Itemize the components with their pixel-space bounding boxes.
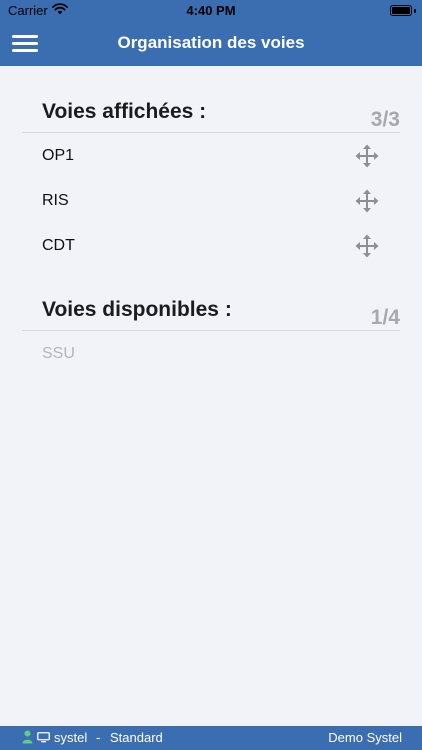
displayed-section-header: Voies affichées : 3/3: [22, 100, 400, 133]
displayed-lane-row[interactable]: CDT: [22, 224, 400, 269]
profile-name: Standard: [110, 730, 163, 745]
lane-label: RIS: [42, 192, 69, 209]
displayed-lane-row[interactable]: RIS: [22, 179, 400, 224]
site-name: Demo Systel: [328, 730, 402, 745]
lane-label: CDT: [42, 237, 75, 254]
displayed-count: 3/3: [370, 108, 400, 131]
clock: 4:40 PM: [186, 3, 236, 18]
displayed-section-title: Voies affichées :: [42, 100, 207, 123]
user-name: systel: [54, 730, 88, 745]
move-arrows-icon[interactable]: [355, 144, 379, 168]
battery-tip: [414, 9, 416, 13]
monitor-icon: [37, 732, 50, 743]
navigation-bar: Carrier 4:40 PM Organisation des voies: [0, 0, 422, 66]
person-icon: [22, 730, 33, 744]
available-lane-row[interactable]: SSU: [22, 332, 400, 377]
available-section-header: Voies disponibles : 1/4: [22, 298, 400, 331]
status-bar: Carrier 4:40 PM: [0, 0, 422, 22]
footer-separator: -: [96, 730, 101, 745]
battery-icon: [390, 5, 412, 16]
available-section-title: Voies disponibles :: [42, 298, 232, 321]
footer-bar: systel - Standard Demo Systel: [0, 726, 422, 750]
lane-label: OP1: [42, 147, 75, 164]
move-arrows-icon[interactable]: [355, 234, 379, 258]
move-arrows-icon[interactable]: [355, 189, 379, 213]
available-count: 1/4: [370, 306, 400, 329]
page-title: Organisation des voies: [117, 33, 305, 52]
lane-label: SSU: [42, 345, 75, 362]
displayed-lane-row[interactable]: OP1: [22, 134, 400, 179]
